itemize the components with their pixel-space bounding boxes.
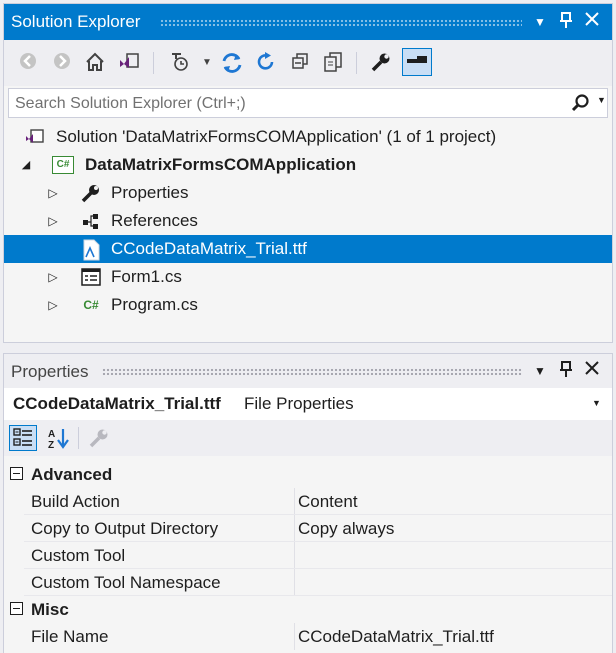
collapsed-arrow-icon[interactable]: ▷ (46, 291, 60, 319)
show-all-files-icon[interactable] (321, 51, 345, 75)
property-row[interactable]: Custom Tool (4, 542, 612, 569)
properties-titlebar[interactable]: Properties ▼ (4, 354, 612, 388)
svg-text:Z: Z (48, 440, 54, 450)
tree-item-label: References (111, 211, 198, 230)
back-icon[interactable] (16, 51, 40, 75)
references-icon (81, 211, 101, 231)
tree-project-node[interactable]: ◢ C# DataMatrixFormsCOMApplication (4, 151, 612, 179)
property-pages-wrench-icon[interactable] (88, 427, 110, 454)
tree-solution-node[interactable]: Solution 'DataMatrixFormsCOMApplication'… (4, 123, 612, 151)
object-selector[interactable]: CCodeDataMatrix_Trial.ttf File Propertie… (4, 388, 612, 420)
tree-item[interactable]: ▷ Form1.cs (4, 263, 612, 291)
pending-changes-filter-icon[interactable] (168, 51, 192, 75)
category-misc[interactable]: Misc (4, 596, 612, 623)
property-key: Copy to Output Directory (31, 519, 219, 538)
panel-title: Properties (11, 362, 89, 381)
tree-item-selected[interactable]: CCodeDataMatrix_Trial.ttf (4, 235, 612, 263)
property-key: Custom Tool (31, 546, 126, 565)
properties-toolbar: AZ (4, 420, 612, 456)
window-position-dropdown-icon[interactable]: ▼ (530, 12, 550, 32)
csharp-project-icon: C# (52, 156, 74, 174)
forward-icon[interactable] (50, 51, 74, 75)
property-value[interactable]: Content (298, 488, 358, 515)
drag-grip[interactable] (160, 19, 522, 26)
category-label: Misc (31, 600, 69, 619)
tree-item[interactable]: ▷ C# Program.cs (4, 291, 612, 319)
collapse-all-icon[interactable] (288, 51, 312, 75)
search-options-dropdown-icon[interactable]: ▼ (597, 95, 606, 105)
form-icon (81, 267, 101, 287)
vs-switch-views-icon[interactable] (117, 51, 141, 75)
property-row[interactable]: Custom Tool Namespace (4, 569, 612, 596)
collapsed-arrow-icon[interactable]: ▷ (46, 207, 60, 235)
chevron-down-icon[interactable]: ▼ (592, 398, 601, 408)
property-value[interactable]: CCodeDataMatrix_Trial.ttf (298, 623, 494, 650)
collapsed-arrow-icon[interactable]: ▷ (46, 179, 60, 207)
collapse-box-icon[interactable] (10, 602, 23, 615)
property-key: Custom Tool Namespace (31, 573, 221, 592)
drag-grip[interactable] (102, 368, 522, 375)
close-icon[interactable] (582, 11, 602, 31)
tree-item-label: CCodeDataMatrix_Trial.ttf (111, 239, 307, 258)
categorized-icon[interactable] (9, 425, 37, 451)
search-icon[interactable] (571, 93, 591, 118)
home-icon[interactable] (83, 51, 107, 75)
collapsed-arrow-icon[interactable]: ▷ (46, 263, 60, 291)
object-type: File Properties (244, 394, 354, 413)
panel-title: Solution Explorer (11, 12, 141, 31)
pin-icon[interactable] (556, 11, 576, 31)
wrench-icon (81, 183, 101, 203)
solution-explorer-panel: Solution Explorer ▼ ▼ Search Solution Ex… (3, 3, 613, 343)
search-input[interactable] (13, 92, 557, 116)
category-label: Advanced (31, 465, 113, 484)
property-value[interactable]: Copy always (298, 515, 394, 542)
property-key: File Name (31, 627, 109, 646)
dropdown-icon[interactable]: ▼ (195, 51, 219, 75)
tree-item[interactable]: ▷ Properties (4, 179, 612, 207)
tree-item[interactable]: ▷ References (4, 207, 612, 235)
property-row[interactable]: Copy to Output Directory Copy always (4, 515, 612, 542)
tree-item-label: Program.cs (111, 295, 198, 314)
property-row[interactable]: Build Action Content (4, 488, 612, 515)
csharp-file-icon: C# (83, 298, 99, 312)
property-key: Build Action (31, 492, 120, 511)
tree-item-label: Properties (111, 183, 189, 202)
preview-selected-icon[interactable] (402, 48, 432, 76)
window-position-dropdown-icon[interactable]: ▼ (530, 361, 550, 381)
tree-item-label: Form1.cs (111, 267, 182, 286)
properties-panel: Properties ▼ CCodeDataMatrix_Trial.ttf F… (3, 353, 613, 653)
solution-icon (25, 127, 45, 147)
solution-explorer-titlebar[interactable]: Solution Explorer ▼ (4, 4, 612, 40)
close-icon[interactable] (582, 360, 602, 380)
solution-explorer-toolbar: ▼ (4, 40, 612, 86)
expanded-arrow-icon[interactable]: ◢ (19, 151, 33, 179)
alphabetical-sort-icon[interactable]: AZ (46, 426, 72, 455)
svg-text:A: A (48, 429, 55, 440)
property-row[interactable]: File Name CCodeDataMatrix_Trial.ttf (4, 623, 612, 650)
refresh-icon[interactable] (254, 51, 278, 75)
category-advanced[interactable]: Advanced (4, 461, 612, 488)
pin-icon[interactable] (556, 360, 576, 380)
font-file-icon (81, 239, 101, 261)
project-label: DataMatrixFormsCOMApplication (85, 155, 357, 174)
solution-label: Solution 'DataMatrixFormsCOMApplication'… (56, 127, 497, 146)
search-box: ▼ (8, 88, 608, 118)
collapse-box-icon[interactable] (10, 467, 23, 480)
sync-active-doc-icon[interactable] (220, 51, 244, 75)
properties-wrench-icon[interactable] (369, 51, 393, 75)
object-name: CCodeDataMatrix_Trial.ttf (13, 394, 221, 413)
